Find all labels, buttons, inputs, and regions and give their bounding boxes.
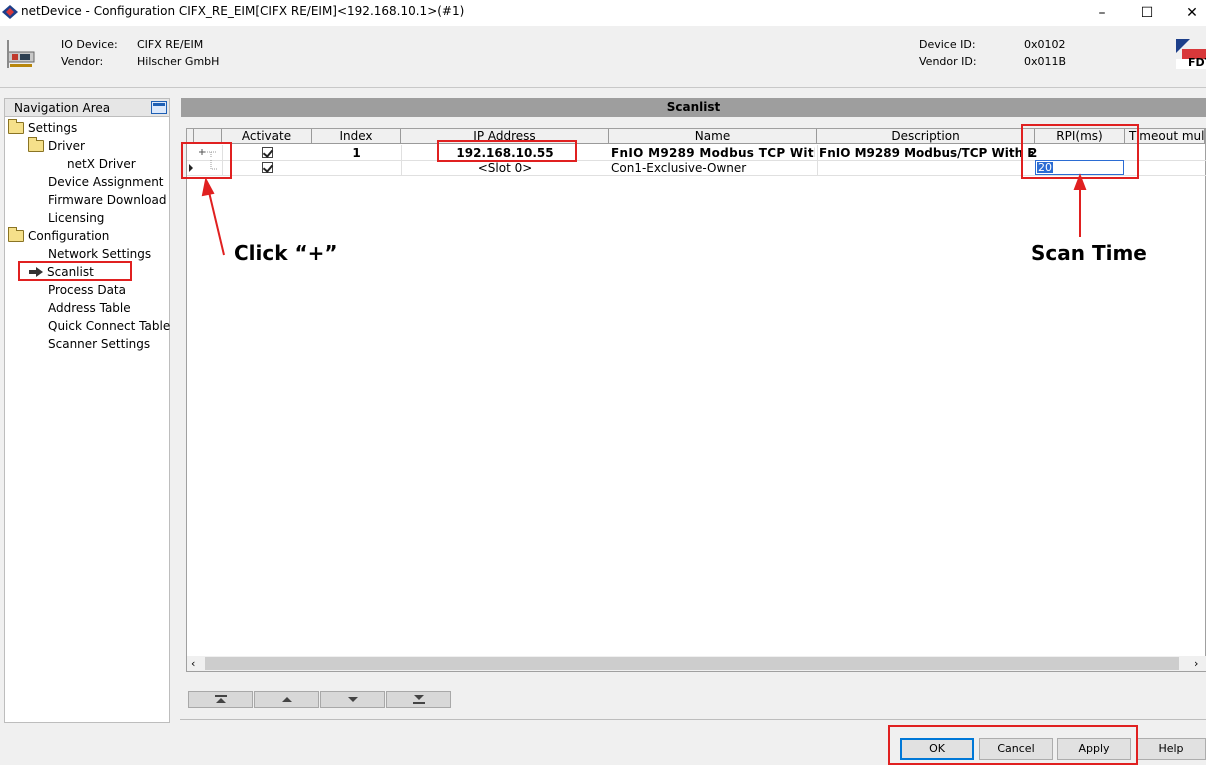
annotation-click-plus: Click “+” [234, 241, 338, 265]
slot-cell: <Slot 0> [477, 161, 533, 175]
page-title: Scanlist [181, 98, 1206, 117]
nav-item-firmware-download[interactable]: Firmware Download [48, 191, 166, 209]
minimize-icon: – [1098, 5, 1106, 21]
horizontal-scrollbar[interactable]: ‹ › [187, 656, 1206, 671]
annotation-box-buttons [888, 725, 1138, 765]
scanlist-grid: Activate Index IP Address Name Descripti… [186, 128, 1206, 672]
annotation-box-expand [181, 142, 232, 179]
maximize-icon: ☐ [1140, 5, 1154, 21]
index-cell: 1 [352, 146, 361, 160]
fdt-logo-text: FDT [1188, 56, 1206, 69]
navigation-area: Navigation Area Settings Driver netX Dri… [4, 98, 170, 723]
move-to-top-button[interactable] [188, 691, 253, 708]
vendor-id-label: Vendor ID: [919, 55, 977, 68]
window-toggle-icon[interactable] [151, 101, 167, 114]
move-top-icon [214, 695, 227, 703]
nav-folder-configuration[interactable]: Configuration [8, 227, 109, 245]
title-bar: netDevice - Configuration CIFX_RE_EIM[CI… [0, 0, 1206, 26]
vendor-id-value: 0x011B [1024, 55, 1067, 68]
bottom-separator [180, 719, 1206, 720]
vendor-value: Hilscher GmbH [137, 55, 220, 68]
col-divider [817, 145, 818, 175]
col-header-name[interactable]: Name [609, 129, 817, 144]
io-device-label: IO Device: [61, 38, 118, 51]
nav-folder-settings[interactable]: Settings [8, 119, 77, 137]
nav-item-device-assignment[interactable]: Device Assignment [48, 173, 164, 191]
col-header-index[interactable]: Index [312, 129, 401, 144]
close-icon: ✕ [1186, 5, 1198, 21]
nav-item-address-table[interactable]: Address Table [48, 299, 131, 317]
col-header-description[interactable]: Description [817, 129, 1035, 144]
annotation-box-rpi [1021, 124, 1139, 179]
navigation-title: Navigation Area [14, 101, 111, 115]
folder-icon [8, 119, 24, 134]
vendor-label: Vendor: [61, 55, 104, 68]
device-card-icon [7, 40, 35, 68]
help-button[interactable]: Help [1136, 738, 1206, 760]
navigation-header: Navigation Area [5, 99, 169, 117]
app-icon [2, 5, 18, 19]
annotation-box-ip [437, 140, 577, 162]
window-title: netDevice - Configuration CIFX_RE_EIM[CI… [21, 4, 465, 18]
description-cell: FnIO M9289 Modbus/TCP With EIP [819, 146, 1033, 160]
move-bottom-icon [412, 695, 425, 704]
io-device-value: CIFX RE/EIM [137, 38, 204, 51]
nav-item-quick-connect-table[interactable]: Quick Connect Table [48, 317, 170, 335]
nav-item-scanner-settings[interactable]: Scanner Settings [48, 335, 150, 353]
fdt-logo: FDT [1176, 37, 1206, 71]
move-to-bottom-button[interactable] [386, 691, 451, 708]
move-down-button[interactable] [320, 691, 385, 708]
annotation-box-scanlist [18, 261, 132, 281]
scroll-right-icon[interactable]: › [1194, 657, 1198, 670]
nav-folder-driver[interactable]: Driver [28, 137, 85, 155]
activate-checkbox-row1[interactable] [262, 147, 273, 158]
move-up-icon [281, 697, 292, 702]
close-button[interactable]: ✕ [1170, 0, 1206, 26]
device-id-label: Device ID: [919, 38, 976, 51]
scroll-left-icon[interactable]: ‹ [191, 657, 195, 670]
move-down-icon [347, 697, 358, 702]
nav-item-licensing[interactable]: Licensing [48, 209, 104, 227]
annotation-scan-time: Scan Time [1031, 241, 1147, 265]
activate-checkbox-row2[interactable] [262, 162, 273, 173]
maximize-button[interactable]: ☐ [1125, 0, 1169, 26]
name-cell: FnIO M9289 Modbus TCP With EI [611, 146, 815, 160]
folder-icon [8, 227, 24, 242]
nav-item-netx-driver[interactable]: netX Driver [67, 155, 136, 173]
minimize-button[interactable]: – [1080, 0, 1124, 26]
folder-icon [28, 137, 44, 152]
move-up-button[interactable] [254, 691, 319, 708]
col-header-activate[interactable]: Activate [222, 129, 312, 144]
scrollbar-thumb[interactable] [205, 657, 1179, 670]
connection-name-cell: Con1-Exclusive-Owner [611, 161, 747, 175]
device-id-value: 0x0102 [1024, 38, 1066, 51]
nav-item-process-data[interactable]: Process Data [48, 281, 126, 299]
